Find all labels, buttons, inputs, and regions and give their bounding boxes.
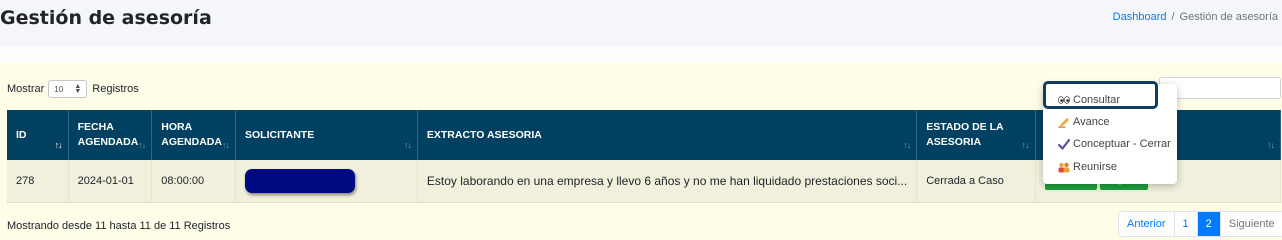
eyes-icon [1057, 95, 1070, 106]
menu-item-label: Reunirse [1073, 161, 1118, 173]
breadcrumb-current: Gestión de asesoría [1179, 11, 1278, 23]
header-divider [0, 46, 1282, 62]
menu-item-label: Conceptuar - Cerrar [1073, 138, 1171, 150]
cell-estado: Cerrada a Caso [916, 160, 1036, 203]
menu-item-label: Consultar [1073, 94, 1121, 106]
cell-fecha: 2024-01-01 [68, 160, 153, 203]
sort-icon: ↑↓ [1267, 140, 1275, 150]
column-label: FECHA AGENDADA [77, 121, 139, 148]
cell-extracto: Estoy laborando en una empresa y llevo 6… [417, 160, 918, 203]
page-length-control: Mostrar 10 ▲ ▼ Registros [7, 80, 139, 98]
column-label: ESTADO DE LA ASESORIA [926, 121, 1004, 148]
sort-icon: ↑↓ [138, 140, 146, 150]
check-icon [1057, 138, 1070, 150]
column-header-id[interactable]: ID ↑↓ [7, 110, 69, 160]
cell-solicitante [235, 160, 418, 203]
select-arrows-icon: ▲ ▼ [74, 83, 82, 95]
page-title: Gestión de asesoría [0, 7, 212, 29]
menu-item-reunirse[interactable]: Reunirse [1057, 161, 1117, 173]
search-input[interactable] [1159, 77, 1281, 99]
breadcrumb-separator: / [1171, 11, 1175, 23]
column-label: HORA AGENDADA [161, 121, 222, 148]
column-header-extracto[interactable]: EXTRACTO ASESORIA ↑↓ [417, 110, 918, 160]
breadcrumb-dashboard-link[interactable]: Dashboard [1113, 11, 1167, 23]
table-info: Mostrando desde 11 hasta 11 de 11 Regist… [7, 220, 231, 232]
redacted-name [244, 168, 355, 193]
writing-hand-icon [1057, 117, 1070, 128]
pagination-next[interactable]: Siguiente [1220, 212, 1282, 236]
menu-item-avance[interactable]: Avance [1057, 116, 1110, 128]
page-length-select[interactable]: 10 ▲ ▼ [48, 80, 88, 98]
menu-item-conceptuar-cerrar[interactable]: Conceptuar - Cerrar [1057, 138, 1171, 150]
cell-hora: 08:00:00 [151, 160, 236, 203]
sort-icon: ↑↓ [903, 140, 911, 150]
menu-item-label: Avance [1073, 116, 1110, 128]
breadcrumb: Dashboard / Gestión de asesoría [1113, 11, 1278, 23]
sort-icon: ↑↓ [403, 140, 412, 150]
page-length-value: 10 [54, 84, 64, 94]
column-header-hora[interactable]: HORA AGENDADA ↑↓ [151, 110, 236, 160]
column-label: ID [16, 128, 27, 141]
show-label: Mostrar [7, 83, 45, 95]
actions-dropdown-menu: Consultar Avance Conceptuar - Cerrar Reu… [1043, 84, 1177, 184]
pagination-page-2[interactable]: 2 [1197, 212, 1221, 236]
content-header: Gestión de asesoría Dashboard / Gestión de… [0, 0, 1282, 46]
menu-item-consultar[interactable]: Consultar [1057, 94, 1120, 106]
column-label: SOLICITANTE [244, 128, 315, 141]
column-header-fecha[interactable]: FECHA AGENDADA ↑↓ [68, 110, 153, 160]
pagination-previous[interactable]: Anterior [1119, 212, 1175, 236]
column-label: EXTRACTO ASESORIA [426, 128, 542, 141]
people-icon [1057, 162, 1070, 173]
pagination: Anterior 1 2 Siguiente [1118, 211, 1282, 237]
sort-desc-icon: ↑↓ [54, 140, 63, 150]
sort-icon: ↑↓ [1021, 140, 1030, 150]
sort-icon: ↑↓ [221, 140, 230, 150]
column-header-solicitante[interactable]: SOLICITANTE ↑↓ [235, 110, 418, 160]
cell-id: 278 [7, 160, 69, 203]
column-header-estado[interactable]: ESTADO DE LA ASESORIA ↑↓ [916, 110, 1036, 160]
records-label: Registros [92, 83, 139, 95]
pagination-page-1[interactable]: 1 [1174, 212, 1198, 236]
